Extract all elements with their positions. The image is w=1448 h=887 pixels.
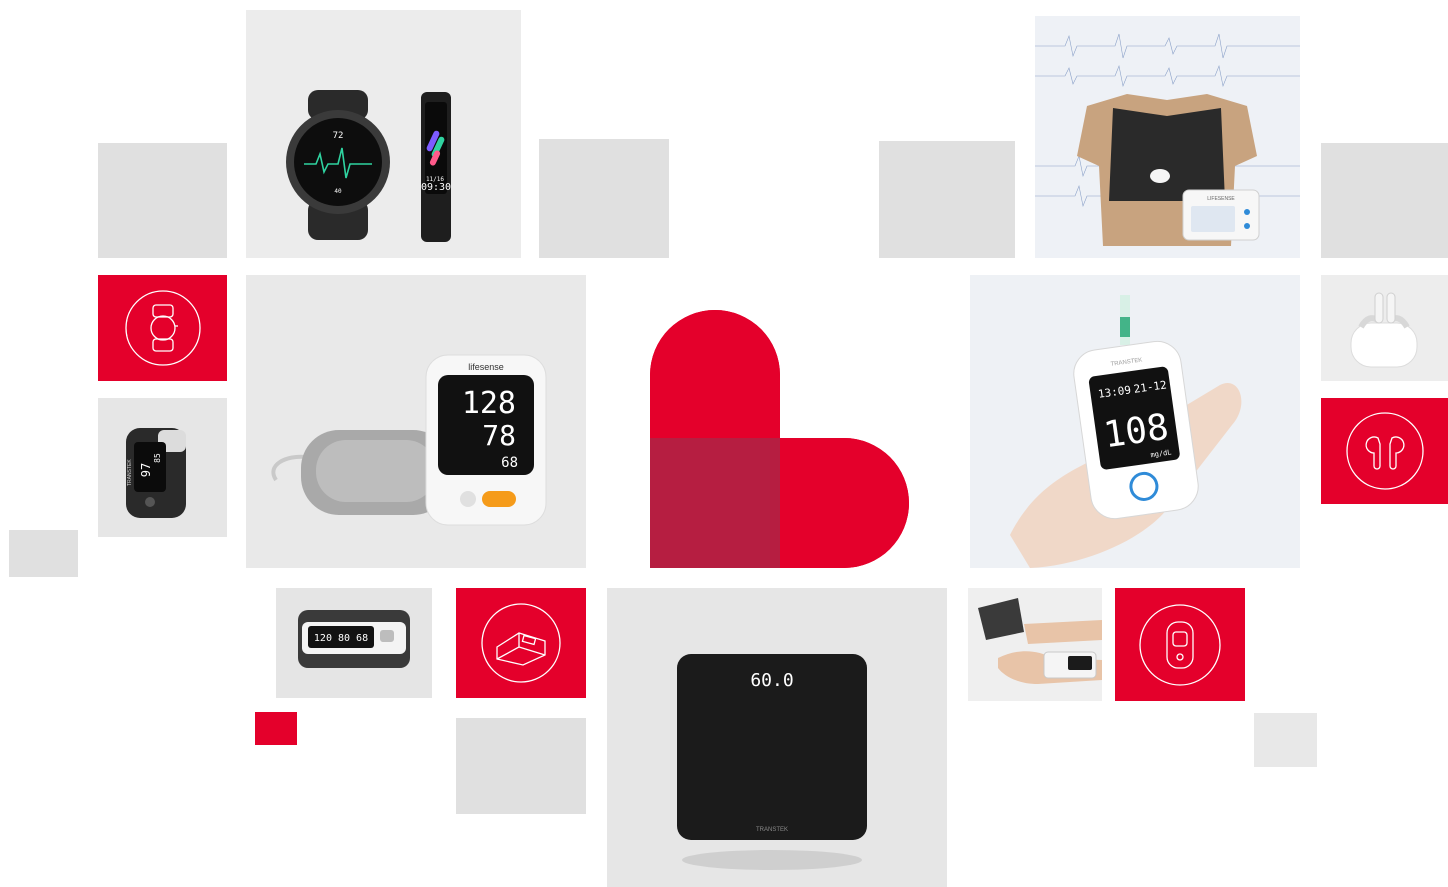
placeholder-tile-bottom-left [456,718,586,814]
red-accent-square [255,712,297,745]
placeholder-tile-right-top [1321,143,1448,258]
bp-brand: lifesense [468,362,504,372]
earbuds-icon [1345,412,1424,490]
earbuds-photo [1321,275,1448,381]
smartwatch-icon [124,290,201,366]
watch-heart-rate: 72 [333,131,344,141]
bp-systolic: 128 [462,386,516,421]
arm-cuff-usage-photo [968,588,1102,701]
arm-bp-display: 120 80 68 [314,633,368,644]
oximeter-icon-tile [1115,588,1245,701]
scale-weight: 60.0 [750,670,793,691]
band-time: 09:30 [421,182,451,193]
ecg-vest-photo: LIFESENSE [1035,16,1300,258]
scale-photo: 60.0 TRANSTEK [607,588,947,887]
bp-diastolic: 78 [482,419,516,452]
oximeter-pulse: 85 [153,453,162,463]
earbuds-icon-tile [1321,398,1448,504]
oximeter-photo: 97 85 TRANSTEK [98,398,227,537]
ecg-brand: LIFESENSE [1207,196,1235,202]
arm-bp-photo: 120 80 68 [276,588,432,698]
oximeter-brand: TRANSTEK [127,459,133,486]
oximeter-spo2: 97 [139,463,153,477]
heart-l-logo [650,310,909,568]
watch-step: 40 [334,188,342,195]
placeholder-tile-center-right-top [879,141,1015,258]
bp-pulse: 68 [501,455,518,471]
fingertip-oximeter-icon [1139,603,1221,686]
placeholder-tile-left-small [9,530,78,577]
placeholder-tile-bottom-right [1254,713,1317,767]
placeholder-tile-mid-top [539,139,669,258]
blood-pressure-cuff-icon [481,603,561,683]
placeholder-tile-left-top [98,143,227,258]
glucose-meter-photo: TRANSTEK 13:09 21-12 108 mg/dL [970,275,1300,568]
smartwatch-icon-tile [98,275,227,381]
scale-brand: TRANSTEK [756,827,788,833]
brand-logo [650,310,910,568]
bp-cuff-icon-tile [456,588,586,698]
smartwatch-photo: 72 40 11/16 09:30 [246,10,521,258]
bp-monitor-photo: lifesense 128 78 68 [246,275,586,568]
